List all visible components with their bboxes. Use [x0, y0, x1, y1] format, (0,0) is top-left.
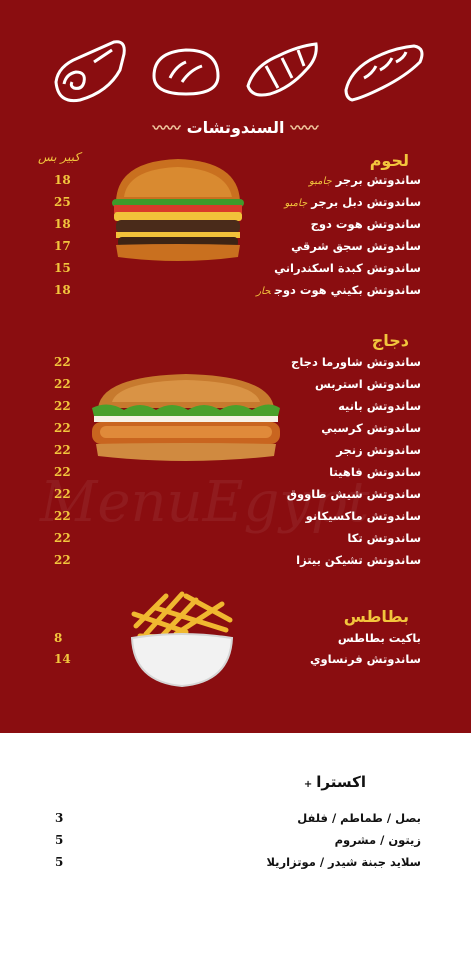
- extra-item: زيتون / مشروم 5: [0, 833, 471, 853]
- extra-item: سلايد جبنة شيدر / موتزاريلا 5: [0, 855, 471, 875]
- ornament-left-icon: 〰〰: [290, 121, 319, 137]
- item-price: 25: [54, 195, 71, 209]
- item-price: 22: [54, 443, 71, 457]
- menu-item: ساندوتش شيش طاووق 22: [0, 487, 471, 507]
- item-name: ساندوتش هوت دوج: [310, 217, 421, 231]
- item-name: ساندوتش دبل برجرجامبو: [284, 195, 422, 209]
- menu-item: ساندوتش فاهيتا 22: [0, 465, 471, 485]
- section-title-fries: بطاطس: [343, 607, 409, 626]
- item-name: ساندوتش تشيكن بيتزا: [296, 553, 421, 567]
- item-tag: حار: [256, 286, 271, 297]
- extras-title: اكسترا+: [304, 773, 366, 791]
- item-price: 18: [54, 173, 71, 187]
- baguette-icon: [344, 44, 424, 102]
- item-name: ساندوتش ماكسيكانو: [305, 509, 421, 523]
- item-price: 14: [54, 652, 71, 666]
- menu-title-text: السندوتشات: [186, 118, 285, 137]
- menu-item: ساندوتش بكيني هوت دوجحار 18: [0, 283, 471, 303]
- section-title-meat: لحوم: [369, 151, 409, 170]
- item-name: ساندوتش فاهيتا: [329, 465, 421, 479]
- item-name: ساندوتش كرسبي: [321, 421, 421, 435]
- chicken-sandwich-image: [92, 374, 280, 461]
- item-price: 22: [54, 421, 71, 435]
- menu-item: ساندوتش تكا 22: [0, 531, 471, 551]
- extra-item: بصل / طماطم / فلفل 3: [0, 811, 471, 831]
- item-name: باكيت بطاطس: [337, 631, 421, 645]
- item-name: ساندوتش شاورما دجاج: [291, 355, 421, 369]
- item-price: 15: [54, 261, 71, 275]
- extra-price: 3: [55, 811, 64, 825]
- menu-item: ساندوتش ماكسيكانو 22: [0, 509, 471, 529]
- extra-name: سلايد جبنة شيدر / موتزاريلا: [266, 855, 421, 869]
- bread-loaf-icon: [152, 48, 220, 96]
- menu-title: 〰〰 السندوتشات 〰〰: [0, 118, 471, 138]
- item-price: 18: [54, 283, 71, 297]
- extras-title-text: اكسترا: [316, 773, 366, 791]
- menu-page: MenuEgypt 〰〰السندوتشات〰〰 كبير بس لحوم سا…: [0, 0, 471, 955]
- item-name: ساندوتش شيش طاووق: [286, 487, 421, 501]
- item-name: ساندوتش برجرجامبو: [308, 173, 421, 187]
- item-price: 17: [54, 239, 71, 253]
- item-name: ساندوتش تكا: [347, 531, 421, 545]
- extra-name: بصل / طماطم / فلفل: [297, 811, 421, 825]
- menu-panel: MenuEgypt 〰〰السندوتشات〰〰 كبير بس لحوم سا…: [0, 0, 471, 733]
- item-name: ساندوتش بانيه: [338, 399, 421, 413]
- item-price: 22: [54, 487, 71, 501]
- item-tag: جامبو: [284, 198, 308, 209]
- wrap-roll-icon: [54, 40, 126, 103]
- extra-price: 5: [55, 855, 64, 869]
- item-price: 22: [54, 355, 71, 369]
- item-name: ساندوتش زنجر: [336, 443, 421, 457]
- item-price: 22: [54, 465, 71, 479]
- croissant-icon: [246, 42, 318, 97]
- item-price: 22: [54, 531, 71, 545]
- item-price: 22: [54, 509, 71, 523]
- extra-name: زيتون / مشروم: [334, 833, 421, 847]
- menu-item: ساندوتش تشيكن بيتزا 22: [0, 553, 471, 573]
- section-title-chicken: دجاج: [371, 331, 409, 350]
- bread-icons: [48, 36, 428, 108]
- item-price: 22: [54, 399, 71, 413]
- item-name: ساندوتش فرنساوي: [309, 652, 421, 666]
- item-price: 18: [54, 217, 71, 231]
- size-column-label: كبير بس: [38, 150, 81, 164]
- item-tag: جامبو: [308, 176, 332, 187]
- item-name: ساندوتش استربس: [315, 377, 421, 391]
- ornament-right-icon: 〰〰: [152, 121, 181, 137]
- burger-image: [112, 159, 244, 261]
- plus-icon: +: [303, 779, 313, 790]
- item-name: ساندوتش سجق شرقي: [291, 239, 421, 253]
- fries-image: [130, 591, 234, 688]
- extra-price: 5: [55, 833, 64, 847]
- item-name: ساندوتش كبدة اسكندراني: [274, 261, 421, 275]
- item-price: 8: [54, 631, 63, 645]
- item-price: 22: [54, 553, 71, 567]
- item-price: 22: [54, 377, 71, 391]
- item-name: ساندوتش بكيني هوت دوجحار: [256, 283, 421, 297]
